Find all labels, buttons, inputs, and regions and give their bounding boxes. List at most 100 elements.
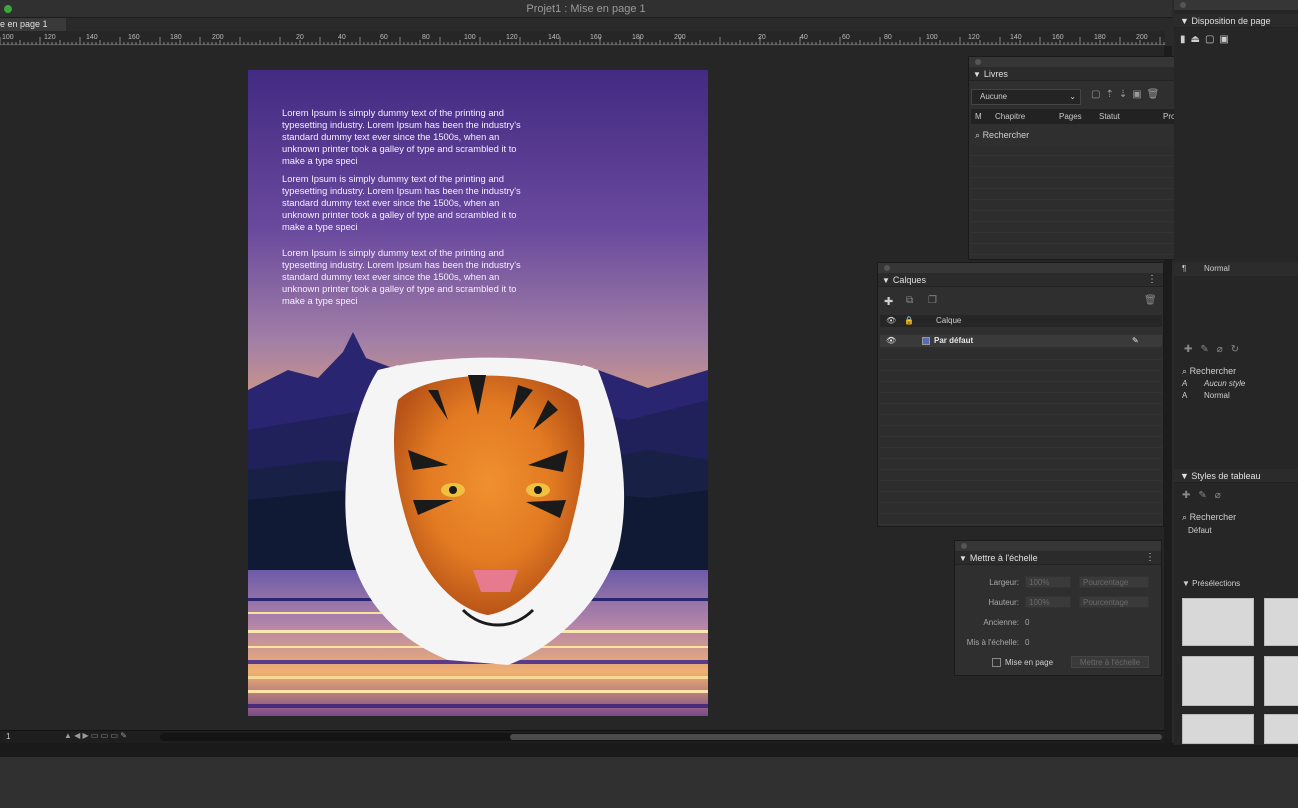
livres-select[interactable]: Aucune ⌄: [971, 89, 1081, 105]
hauteur-input[interactable]: 100%: [1025, 596, 1071, 608]
ruler-label: 20: [758, 34, 766, 41]
mis-label: Mis à l'échelle:: [966, 638, 1019, 647]
para-style-name: Normal: [1204, 264, 1230, 273]
ruler-label: 100: [464, 34, 476, 41]
ruler-label: 160: [128, 34, 140, 41]
style-search[interactable]: ⌕ Rechercher: [1174, 366, 1298, 378]
eye-icon: 👁: [886, 316, 897, 325]
chevron-down-icon: ⌄: [1069, 92, 1076, 101]
panel-close-icon[interactable]: [1180, 2, 1186, 8]
scale-title[interactable]: ▼ Mettre à l'échelle ⋮: [955, 551, 1161, 565]
bottom-bar: [0, 743, 1298, 757]
tableau-default-row[interactable]: Défaut: [1174, 526, 1298, 538]
window-zoom-button[interactable]: [4, 5, 12, 13]
tableau-title[interactable]: ▼ Styles de tableau: [1174, 469, 1298, 483]
style-normal-row[interactable]: A Normal: [1174, 391, 1298, 402]
mise-en-page-label: Mise en page: [1005, 658, 1054, 667]
page-nav-icons[interactable]: ▲ ◀ ▶ ▭ ▭ ▭ ✎: [64, 731, 127, 740]
pencil-icon[interactable]: ✎: [1132, 335, 1139, 347]
ruler-label: 120: [506, 34, 518, 41]
add-layer-icon[interactable]: ✚: [884, 295, 893, 308]
horizontal-ruler[interactable]: 100 120 140 160 180 200 20 40 60 80 100 120 140 160 18…: [0, 31, 1165, 45]
ruler-label: 140: [86, 34, 98, 41]
disposition-icons[interactable]: ▮⏏▢▣: [1174, 34, 1298, 48]
right-dock: ▼ Disposition de page ▮⏏▢▣ ¶ Normal ✚✎⌀↻ …: [1174, 0, 1298, 745]
ancienne-value: 0: [1025, 618, 1030, 627]
document-tab[interactable]: e en page 1: [0, 18, 66, 31]
right-dock-header: [1174, 0, 1298, 10]
preset-thumb-3[interactable]: [1182, 656, 1254, 706]
ruler-label: 20: [296, 34, 304, 41]
livres-toolbar-icons[interactable]: ▢⇡⇣▣🗑: [1091, 89, 1164, 100]
calques-header-label: Calque: [936, 316, 962, 325]
dock-area: [0, 757, 1298, 808]
page-number[interactable]: 1: [6, 732, 10, 741]
mise-en-page-checkbox[interactable]: [992, 658, 1001, 667]
char-style-icon: A: [1182, 391, 1188, 400]
col-m[interactable]: M: [975, 109, 982, 124]
preset-thumb-5[interactable]: [1182, 714, 1254, 744]
ruler-label: 120: [968, 34, 980, 41]
lorem-paragraph-3[interactable]: Lorem Ipsum is simply dummy text of the …: [282, 247, 522, 307]
hauteur-label: Hauteur:: [988, 598, 1019, 607]
ruler-ticks: 100 120 140 160 180 200 20 40 60 80 100 120 140 160 18…: [0, 34, 1165, 45]
ruler-label: 140: [1010, 34, 1022, 41]
largeur-unit-select[interactable]: Pourcentage: [1079, 576, 1149, 588]
trash-icon[interactable]: 🗑: [1144, 295, 1157, 306]
disposition-title[interactable]: ▼ Disposition de page: [1174, 14, 1298, 28]
lorem-paragraph-1[interactable]: Lorem Ipsum is simply dummy text of the …: [282, 107, 522, 167]
panel-close-icon[interactable]: [975, 59, 981, 65]
layer-color-swatch: [922, 337, 930, 345]
style-none-row[interactable]: A Aucun style: [1174, 379, 1298, 390]
panel-close-icon[interactable]: [961, 543, 967, 549]
merge-layer-icon[interactable]: ❐: [928, 295, 937, 306]
col-chapitre[interactable]: Chapitre: [995, 109, 1025, 124]
preset-thumb-2[interactable]: [1264, 598, 1298, 646]
layer-name[interactable]: Par défaut: [934, 335, 973, 347]
horizontal-scrollbar-thumb[interactable]: [510, 734, 1162, 740]
calques-title[interactable]: ▼ Calques ⋮: [878, 273, 1163, 287]
para-style-row[interactable]: ¶ Normal: [1174, 262, 1298, 276]
presel-title[interactable]: ▼ Présélections: [1174, 579, 1298, 591]
ruler-label: 140: [548, 34, 560, 41]
scale-button[interactable]: Mettre à l'échelle: [1071, 656, 1149, 668]
layer-row-default[interactable]: 👁 Par défaut ✎: [880, 335, 1162, 347]
search-icon: ⌕: [975, 130, 981, 140]
ruler-label: 160: [1052, 34, 1064, 41]
menu-icon[interactable]: ⋮: [1147, 273, 1157, 287]
document-page[interactable]: Lorem Ipsum is simply dummy text of the …: [248, 70, 708, 716]
search-icon: ⌕: [1182, 366, 1188, 376]
ruler-label: 200: [212, 34, 224, 41]
ruler-label: 180: [1094, 34, 1106, 41]
hauteur-unit-select[interactable]: Pourcentage: [1079, 596, 1149, 608]
menu-icon[interactable]: ⋮: [1145, 551, 1155, 565]
eye-icon[interactable]: 👁: [886, 335, 896, 347]
lorem-paragraph-2[interactable]: Lorem Ipsum is simply dummy text of the …: [282, 173, 522, 233]
tableau-toolbar-icons[interactable]: ✚✎⌀: [1174, 490, 1298, 504]
preset-thumb-6[interactable]: [1264, 714, 1298, 744]
ruler-label: 80: [884, 34, 892, 41]
tableau-search[interactable]: ⌕ Rechercher: [1174, 512, 1298, 524]
preset-thumb-4[interactable]: [1264, 656, 1298, 706]
ruler-label: 100: [926, 34, 938, 41]
preset-thumb-1[interactable]: [1182, 598, 1254, 646]
duplicate-layer-icon[interactable]: ⧉: [906, 295, 913, 306]
mis-value: 0: [1025, 638, 1030, 647]
lock-icon: 🔒: [904, 316, 914, 325]
col-pages[interactable]: Pages: [1059, 109, 1082, 124]
panel-close-icon[interactable]: [884, 265, 890, 271]
calques-header-row: 👁 🔒 Calque: [880, 315, 1162, 327]
layers-list: [880, 349, 1162, 525]
largeur-input[interactable]: 100%: [1025, 576, 1071, 588]
app-window: { "window": {"title": "Projet1 : Mise en…: [0, 0, 1298, 808]
ruler-label: 160: [590, 34, 602, 41]
livres-search[interactable]: ⌕ Rechercher: [975, 130, 1029, 141]
ruler-label: 200: [1136, 34, 1148, 41]
ruler-label: 180: [170, 34, 182, 41]
col-statut[interactable]: Statut: [1099, 109, 1120, 124]
style-toolbar-icons[interactable]: ✚✎⌀↻: [1174, 344, 1298, 358]
pilcrow-icon: ¶: [1182, 264, 1187, 273]
ruler-label: 180: [632, 34, 644, 41]
ruler-label: 200: [674, 34, 686, 41]
calques-panel: ▼ Calques ⋮ ✚ ⧉ ❐ 🗑 👁 🔒 Calque 👁 Par défau…: [877, 262, 1164, 527]
